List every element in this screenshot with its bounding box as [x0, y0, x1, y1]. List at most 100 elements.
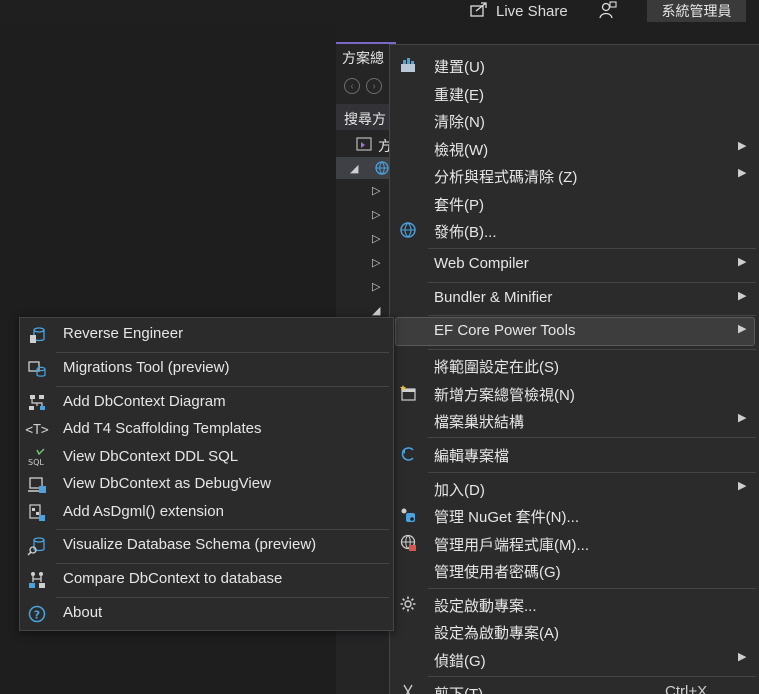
menu-separator — [428, 676, 756, 677]
submenu-arrow-icon: ▶ — [738, 323, 747, 335]
client-library-icon — [398, 533, 418, 553]
menu-item-edit-project-file[interactable]: 編輯專案檔 — [390, 441, 759, 468]
back-icon[interactable]: ‹ — [344, 78, 360, 94]
search-input[interactable]: 搜尋方 — [336, 104, 396, 130]
menu-item-cut[interactable]: 剪下(T) Ctrl+X — [390, 679, 759, 694]
menu-item-pack[interactable]: 套件(P) — [390, 190, 759, 217]
ef-core-power-tools-submenu: Reverse Engineer Migrations Tool (previe… — [19, 317, 394, 631]
menu-separator — [428, 588, 756, 589]
submenu-item-visualize-schema[interactable]: Visualize Database Schema (preview) — [20, 532, 393, 559]
menu-item-ef-core-power-tools[interactable]: EF Core Power Tools ▶ — [395, 317, 755, 346]
menu-item-publish[interactable]: 發佈(B)... — [390, 217, 759, 244]
menu-separator — [428, 437, 756, 438]
menu-item-bundler-minifier[interactable]: Bundler & Minifier ▶ — [390, 285, 759, 312]
menu-item-view[interactable]: 檢視(W) ▶ — [390, 135, 759, 162]
collapsed-chevron-icon[interactable]: ▷ — [372, 232, 380, 245]
menu-item-clean[interactable]: 清除(N) — [390, 107, 759, 134]
menu-item-client-libraries[interactable]: 管理用戶端程式庫(M)... — [390, 530, 759, 557]
t4-template-icon: <T> — [25, 422, 49, 438]
submenu-arrow-icon: ▶ — [738, 651, 747, 663]
expanded-chevron-icon[interactable]: ◢ — [372, 304, 380, 317]
edit-project-icon — [398, 444, 418, 464]
menu-separator — [56, 597, 389, 598]
collapsed-chevron-icon[interactable]: ▷ — [372, 208, 380, 221]
menu-separator — [428, 248, 756, 249]
web-project-icon — [374, 160, 390, 179]
menu-item-rebuild[interactable]: 重建(E) — [390, 80, 759, 107]
submenu-item-view-debugview[interactable]: View DbContext as DebugView — [20, 471, 393, 498]
menu-separator — [428, 282, 756, 283]
compare-icon — [26, 569, 48, 591]
submenu-arrow-icon: ▶ — [738, 412, 747, 424]
submenu-arrow-icon: ▶ — [738, 167, 747, 179]
dgml-extension-icon — [26, 502, 48, 524]
solution-icon — [356, 136, 372, 155]
svg-text:SQL: SQL — [28, 458, 44, 467]
menu-item-set-startup-projects[interactable]: 設定啟動專案... — [390, 591, 759, 618]
submenu-item-add-t4-templates[interactable]: <T> Add T4 Scaffolding Templates — [20, 416, 393, 443]
menu-item-user-secrets[interactable]: 管理使用者密碼(G) — [390, 557, 759, 584]
live-share-label: Live Share — [496, 2, 568, 20]
submenu-arrow-icon: ▶ — [738, 480, 747, 492]
build-icon — [398, 55, 418, 75]
submenu-arrow-icon: ▶ — [738, 256, 747, 268]
cut-icon — [398, 682, 418, 694]
title-bar: Live Share 系統管理員 — [0, 0, 759, 24]
submenu-item-add-dbcontext-diagram[interactable]: Add DbContext Diagram — [20, 389, 393, 416]
menu-item-scope-to-this[interactable]: 將範圍設定在此(S) — [390, 352, 759, 379]
submenu-arrow-icon: ▶ — [738, 290, 747, 302]
menu-separator — [428, 349, 756, 350]
new-explorer-view-icon — [398, 383, 418, 403]
menu-separator — [56, 563, 389, 564]
submenu-item-add-asdgml[interactable]: Add AsDgml() extension — [20, 499, 393, 526]
menu-item-web-compiler[interactable]: Web Compiler ▶ — [390, 251, 759, 278]
publish-globe-icon — [398, 220, 418, 240]
forward-icon[interactable]: › — [366, 78, 382, 94]
submenu-item-reverse-engineer[interactable]: Reverse Engineer — [20, 321, 393, 348]
share-icon — [470, 1, 488, 21]
search-label: 搜尋方 — [344, 111, 386, 127]
reverse-engineer-icon — [26, 324, 48, 346]
tree-item-solution[interactable]: 方 — [336, 134, 396, 156]
menu-item-add[interactable]: 加入(D) ▶ — [390, 475, 759, 502]
menu-separator — [56, 529, 389, 530]
collapsed-chevron-icon[interactable]: ▷ — [372, 256, 380, 269]
submenu-item-view-ddl-sql[interactable]: SQL View DbContext DDL SQL — [20, 444, 393, 471]
panel-title: 方案總 — [342, 50, 384, 66]
admin-badge[interactable]: 系統管理員 — [647, 0, 746, 22]
expanded-chevron-icon[interactable]: ◢ — [350, 162, 358, 175]
debugview-icon — [26, 474, 48, 496]
menu-item-manage-nuget[interactable]: 管理 NuGet 套件(N)... — [390, 502, 759, 529]
tree-item-project[interactable]: ◢ — [336, 157, 396, 179]
about-icon: ? — [26, 603, 48, 625]
submenu-item-migrations-tool[interactable]: Migrations Tool (preview) — [20, 355, 393, 382]
menu-item-build[interactable]: 建置(U) — [390, 52, 759, 79]
panel-nav: ‹ › — [344, 78, 382, 94]
cut-shortcut: Ctrl+X — [665, 683, 708, 694]
collapsed-chevron-icon[interactable]: ▷ — [372, 280, 380, 293]
migrations-icon — [26, 358, 48, 380]
submenu-item-compare-dbcontext[interactable]: Compare DbContext to database — [20, 566, 393, 593]
gear-icon — [398, 594, 418, 614]
nuget-icon — [398, 505, 418, 525]
sql-icon: SQL — [26, 447, 48, 469]
feedback-button[interactable] — [596, 0, 620, 22]
menu-separator — [428, 472, 756, 473]
menu-item-debug[interactable]: 偵錯(G) ▶ — [390, 646, 759, 673]
live-share-button[interactable]: Live Share — [470, 0, 568, 22]
svg-text:?: ? — [34, 609, 40, 622]
visualize-schema-icon — [26, 535, 48, 557]
menu-item-set-as-startup[interactable]: 設定為啟動專案(A) — [390, 618, 759, 645]
submenu-arrow-icon: ▶ — [738, 140, 747, 152]
submenu-item-about[interactable]: ? About — [20, 600, 393, 627]
menu-separator — [56, 386, 389, 387]
admin-label: 系統管理員 — [661, 3, 732, 19]
project-context-menu: 建置(U) 重建(E) 清除(N) 檢視(W) ▶ 分析與程式碼清除 (Z) ▶ 套… — [389, 44, 759, 694]
menu-separator — [56, 352, 389, 353]
menu-item-file-nesting[interactable]: 檔案巢狀結構 ▶ — [390, 407, 759, 434]
collapsed-chevron-icon[interactable]: ▷ — [372, 184, 380, 197]
menu-item-new-explorer-view[interactable]: 新增方案總管檢視(N) — [390, 380, 759, 407]
menu-separator — [428, 315, 756, 316]
diagram-icon — [26, 392, 48, 414]
menu-item-analyze[interactable]: 分析與程式碼清除 (Z) ▶ — [390, 162, 759, 189]
